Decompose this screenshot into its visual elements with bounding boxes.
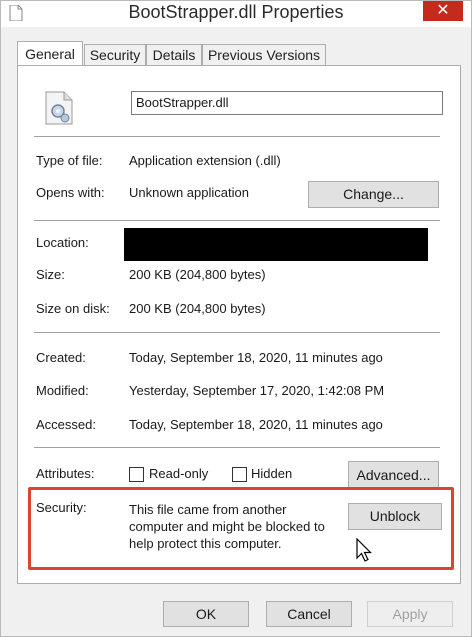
size-value: 200 KB (204,800 bytes)	[129, 267, 266, 282]
created-label: Created:	[36, 350, 86, 365]
separator	[34, 332, 440, 333]
mouse-cursor-icon	[356, 538, 372, 562]
redacted-location	[124, 228, 428, 261]
readonly-checkbox[interactable]	[129, 467, 144, 482]
security-highlight-box	[28, 487, 454, 570]
location-label: Location:	[36, 235, 89, 250]
ok-button[interactable]: OK	[163, 601, 249, 627]
window-title: BootStrapper.dll Properties	[128, 2, 344, 22]
readonly-label: Read-only	[149, 466, 209, 481]
modified-label: Modified:	[36, 383, 89, 398]
close-icon: ✕	[436, 2, 450, 19]
hidden-checkbox[interactable]	[232, 467, 247, 482]
separator	[34, 220, 440, 221]
tab-security[interactable]: Security	[84, 44, 146, 66]
created-value: Today, September 18, 2020, 11 minutes ag…	[129, 350, 383, 365]
opens-with-label: Opens with:	[36, 185, 105, 200]
separator	[34, 447, 440, 448]
separator	[34, 136, 440, 137]
file-name-input[interactable]: BootStrapper.dll	[131, 91, 443, 115]
size-on-disk-value: 200 KB (204,800 bytes)	[129, 301, 266, 316]
modified-value: Yesterday, September 17, 2020, 1:42:08 P…	[129, 383, 385, 398]
dll-file-icon	[45, 91, 73, 125]
cancel-button[interactable]: Cancel	[266, 601, 352, 627]
size-on-disk-label: Size on disk:	[36, 301, 110, 316]
hidden-label: Hidden	[251, 466, 293, 481]
attributes-label: Attributes:	[36, 466, 95, 481]
type-label: Type of file:	[36, 153, 103, 168]
change-button[interactable]: Change...	[308, 181, 439, 208]
tab-previous-versions[interactable]: Previous Versions	[202, 44, 326, 66]
advanced-button[interactable]: Advanced...	[348, 461, 439, 489]
tab-general[interactable]: General	[17, 41, 83, 67]
type-value: Application extension (.dll)	[129, 153, 281, 168]
title-bar: BootStrapper.dll Properties ✕	[1, 1, 471, 27]
opens-with-value: Unknown application	[129, 185, 249, 200]
apply-button[interactable]: Apply	[367, 601, 453, 627]
close-button[interactable]: ✕	[423, 1, 463, 21]
accessed-value: Today, September 18, 2020, 11 minutes ag…	[129, 417, 383, 432]
tab-details[interactable]: Details	[146, 44, 202, 66]
size-label: Size:	[36, 267, 65, 282]
accessed-label: Accessed:	[36, 417, 96, 432]
